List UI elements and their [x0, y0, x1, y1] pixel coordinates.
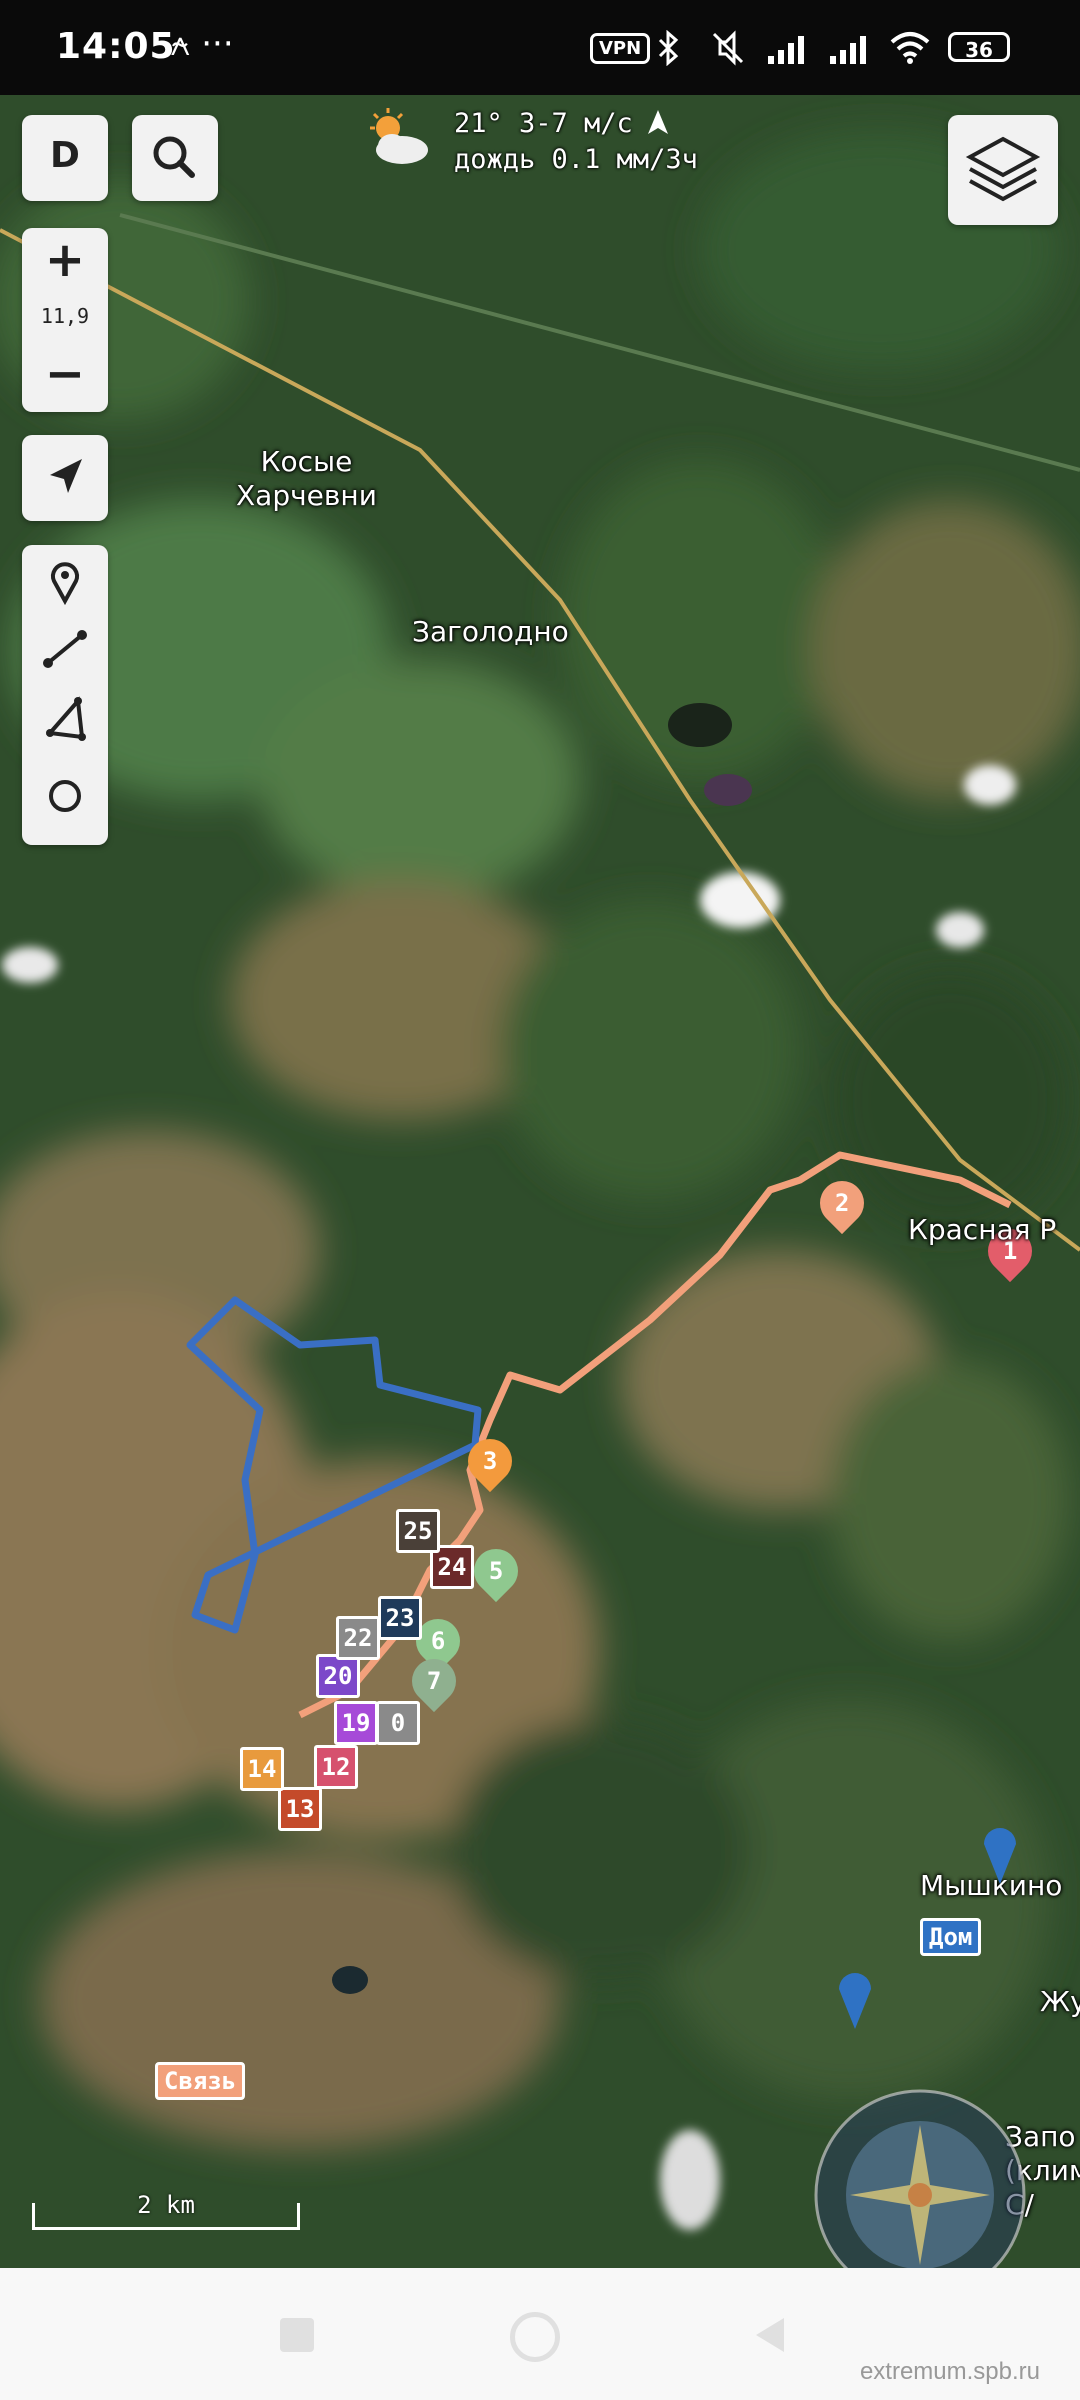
map-canvas[interactable]	[0, 95, 1080, 2268]
zoom-level: 11,9	[40, 304, 90, 328]
extremum-seal-logo	[814, 2089, 1026, 2268]
watermark-url: extremum.spb.ru	[859, 2358, 1040, 2385]
partly-cloudy-icon	[370, 108, 428, 164]
layers-button[interactable]	[948, 115, 1058, 225]
marker-tool-icon[interactable]	[22, 551, 108, 611]
signal-icon	[830, 36, 866, 64]
tag-dom[interactable]: Дом	[920, 1918, 982, 1956]
lake	[704, 774, 752, 806]
polygon-tool-icon[interactable]	[22, 689, 108, 749]
system-navigation-bar: extremum.spb.ru	[0, 2268, 1080, 2400]
vpn-icon: VPN	[590, 33, 651, 64]
route-marker-23[interactable]: 23	[378, 1596, 422, 1640]
weather-line-2: дождь 0.1 мм/3ч	[454, 144, 698, 175]
place-label-zagolodno: Заголодно	[412, 615, 569, 648]
location-pin-icon[interactable]	[835, 1965, 875, 2031]
zoom-control: + 11,9 −	[22, 228, 108, 412]
signal-icon	[768, 36, 804, 64]
lake	[332, 1966, 368, 1994]
weather-line-1: 21° 3-7 м/с	[454, 108, 633, 139]
search-button[interactable]	[132, 115, 218, 201]
route-marker-label: 3	[482, 1447, 498, 1476]
route-marker-12[interactable]: 12	[314, 1745, 358, 1789]
route-marker-14[interactable]: 14	[240, 1747, 284, 1791]
zoom-in-button[interactable]: +	[22, 232, 108, 288]
route-marker-label: 5	[488, 1557, 504, 1586]
circle-tool-icon[interactable]	[22, 761, 108, 831]
place-label-krasnaya: Красная Р	[908, 1213, 1057, 1246]
lake	[668, 703, 732, 747]
line-tool-icon[interactable]	[22, 619, 108, 679]
status-bar: 14:05 ⍲ ··· VPN 36	[0, 0, 1080, 95]
mute-icon	[712, 30, 744, 66]
back-button[interactable]	[750, 2314, 790, 2356]
satellite-map[interactable]: 1 2 3 5 6 7 0 13 14 12 19 20 22 23 24 25 Косые Харчевни…	[0, 95, 1080, 2268]
route-marker-25[interactable]: 25	[396, 1509, 440, 1553]
place-label-kosye: Косые Харчевни	[236, 445, 377, 512]
place-label-zhu: Жу	[1040, 1985, 1080, 2018]
recent-apps-button[interactable]	[280, 2318, 314, 2352]
home-button[interactable]	[510, 2312, 560, 2362]
search-icon	[153, 136, 195, 178]
route-marker-13[interactable]: 13	[278, 1787, 322, 1831]
route-marker-19[interactable]: 19	[334, 1701, 378, 1745]
bluetooth-icon	[658, 30, 679, 66]
scale-bar: 2 km	[32, 2191, 300, 2230]
clock: 14:05	[56, 26, 176, 67]
route-marker-label: 7	[426, 1667, 442, 1696]
layer-mode-label: D	[50, 135, 80, 176]
route-marker-label: 6	[430, 1627, 446, 1656]
route-marker-22[interactable]: 22	[336, 1616, 380, 1660]
wifi-icon	[890, 32, 930, 64]
location-pin-icon[interactable]	[980, 1820, 1020, 1886]
route-marker-0[interactable]: 0	[376, 1701, 420, 1745]
layers-icon	[965, 136, 1041, 202]
notification-icons: ⍲ ···	[170, 24, 234, 64]
route-marker-label: 2	[834, 1189, 850, 1218]
navigation-arrow-icon	[50, 459, 82, 493]
drawing-tools	[22, 545, 108, 845]
zoom-out-button[interactable]: −	[22, 346, 108, 402]
locate-button[interactable]	[22, 435, 108, 521]
battery-icon: 36	[948, 32, 1010, 62]
layer-mode-button[interactable]: D	[22, 115, 108, 201]
wind-direction-icon	[648, 110, 668, 134]
route-marker-20[interactable]: 20	[316, 1654, 360, 1698]
tag-svyaz[interactable]: Связь	[155, 2062, 246, 2100]
